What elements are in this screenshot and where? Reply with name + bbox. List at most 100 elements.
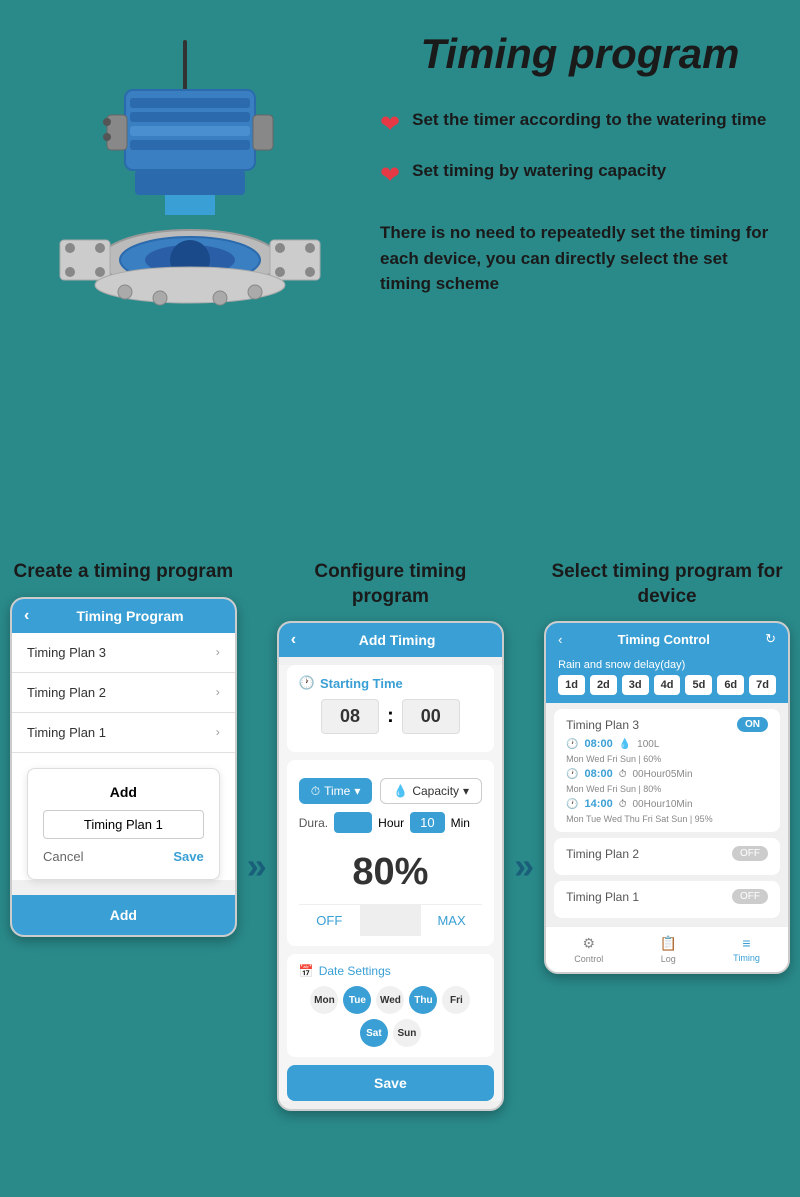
- footer-tab-control[interactable]: ⚙ Control: [574, 935, 603, 964]
- dropdown-icon: ▾: [354, 784, 360, 798]
- description-text: There is no need to repeatedly set the t…: [380, 210, 780, 307]
- divider: [360, 905, 421, 936]
- type-row: ⏱ Time ▾ 💧 Capacity ▾: [299, 778, 482, 804]
- plan2-toggle[interactable]: OFF: [732, 846, 768, 861]
- dura-min-box[interactable]: 10: [410, 812, 444, 833]
- heart-icon-2: ❤: [380, 161, 400, 190]
- capacity-icon: 💧: [393, 784, 408, 798]
- plan3-days2: Mon Wed Fri Sun | 80%: [566, 784, 768, 794]
- back-icon-1[interactable]: ‹: [24, 607, 29, 625]
- step-title-1: Create a timing program: [14, 560, 234, 585]
- capacity-icon-e3: ⏱: [619, 799, 627, 810]
- dura-min-label: Min: [451, 816, 470, 830]
- max-label[interactable]: MAX: [421, 905, 482, 936]
- back-icon-2[interactable]: ‹: [291, 631, 296, 649]
- list-item-3[interactable]: Timing Plan 1 ›: [12, 713, 235, 753]
- time-colon: :: [387, 705, 394, 728]
- plan3-name: Timing Plan 3: [566, 718, 639, 732]
- plan3-cap1: 100L: [637, 739, 659, 750]
- clock-small-icon: ⏱: [311, 784, 320, 799]
- dura-row: Dura. Hour 10 Min: [299, 812, 482, 833]
- add-dialog-buttons: Cancel Save: [43, 849, 204, 864]
- day-sun[interactable]: Sun: [393, 1019, 421, 1047]
- delay-7d[interactable]: 7d: [749, 675, 776, 695]
- step-col-3: Select timing program for device ‹ Timin…: [544, 560, 790, 1111]
- step-col-1: Create a timing program ‹ Timing Program…: [10, 560, 237, 1111]
- arrow-col-2: »: [514, 560, 534, 1111]
- phone2-save-button[interactable]: Save: [287, 1065, 494, 1101]
- add-dialog-input[interactable]: [43, 810, 204, 839]
- day-tue[interactable]: Tue: [343, 986, 371, 1014]
- footer-tab-timing[interactable]: ≡ Timing: [733, 935, 760, 964]
- plan1-toggle[interactable]: OFF: [732, 889, 768, 904]
- delay-3d[interactable]: 3d: [622, 675, 649, 695]
- save-button[interactable]: Save: [173, 849, 203, 864]
- list-item-3-label: Timing Plan 1: [27, 725, 106, 740]
- steps-row: Create a timing program ‹ Timing Program…: [10, 560, 790, 1111]
- time-row: 08 : 00: [299, 699, 482, 734]
- list-item-2[interactable]: Timing Plan 2 ›: [12, 673, 235, 713]
- delay-1d[interactable]: 1d: [558, 675, 585, 695]
- capacity-icon-e1: 💧: [619, 739, 631, 750]
- phone2-header-title: Add Timing: [304, 632, 490, 648]
- plan3-row: Timing Plan 3 ON 🕐 08:00 💧 100L Mon Wed …: [554, 709, 780, 832]
- delay-5d[interactable]: 5d: [685, 675, 712, 695]
- day-thu[interactable]: Thu: [409, 986, 437, 1014]
- cancel-button[interactable]: Cancel: [43, 849, 83, 864]
- day-sat[interactable]: Sat: [360, 1019, 388, 1047]
- page-title: Timing program: [380, 30, 780, 78]
- step-title-3: Select timing program for device: [544, 560, 790, 609]
- feature-text-2: Set timing by watering capacity: [412, 159, 666, 183]
- plan3-cap3: 00Hour10Min: [633, 799, 693, 810]
- calendar-icon: 📅: [299, 964, 314, 978]
- dura-value-box[interactable]: [334, 812, 372, 833]
- chevron-icon-3: ›: [216, 725, 220, 739]
- time-type-select[interactable]: ⏱ Time ▾: [299, 778, 373, 804]
- valve-illustration: [35, 30, 345, 430]
- plan3-toggle[interactable]: ON: [737, 717, 768, 732]
- device-image-container: [20, 30, 360, 430]
- days-row: Mon Tue Wed Thu Fri Sat Sun: [299, 986, 482, 1047]
- list-item-1[interactable]: Timing Plan 3 ›: [12, 633, 235, 673]
- timing-label: Timing: [733, 953, 760, 963]
- refresh-icon-3[interactable]: ↻: [765, 631, 776, 647]
- starting-time-section: 🕐 Starting Time 08 : 00: [287, 665, 494, 752]
- type-section: ⏱ Time ▾ 💧 Capacity ▾ Dura.: [287, 760, 494, 946]
- plan1-name: Timing Plan 1: [566, 890, 639, 904]
- delay-4d[interactable]: 4d: [654, 675, 681, 695]
- date-settings-section: 📅 Date Settings Mon Tue Wed Thu Fri Sat …: [287, 954, 494, 1057]
- arrow-icon-2: »: [514, 845, 534, 887]
- day-mon[interactable]: Mon: [310, 986, 338, 1014]
- clock-icon: 🕐: [299, 675, 315, 691]
- add-footer-button[interactable]: Add: [12, 895, 235, 935]
- day-wed[interactable]: Wed: [376, 986, 404, 1014]
- list-item-1-label: Timing Plan 3: [27, 645, 106, 660]
- delay-2d[interactable]: 2d: [590, 675, 617, 695]
- phone3-header-title: Timing Control: [562, 632, 765, 647]
- day-fri[interactable]: Fri: [442, 986, 470, 1014]
- time-hour[interactable]: 08: [321, 699, 379, 734]
- arrow-col-1: »: [247, 560, 267, 1111]
- footer-tab-log[interactable]: 📋 Log: [659, 935, 676, 964]
- list-item-2-label: Timing Plan 2: [27, 685, 106, 700]
- heart-icon-1: ❤: [380, 110, 400, 139]
- add-dialog-title: Add: [43, 784, 204, 800]
- feature-item-1: ❤ Set the timer according to the waterin…: [380, 108, 780, 139]
- off-max-row: OFF MAX: [299, 904, 482, 936]
- step-col-2: Configure timing program ‹ Add Timing 🕐 …: [277, 560, 504, 1111]
- control-label: Control: [574, 954, 603, 964]
- plan3-entry1: 🕐 08:00 💧 100L: [566, 738, 768, 750]
- phone3-mockup: ‹ Timing Control ↻ Rain and snow delay(d…: [544, 621, 790, 974]
- off-label[interactable]: OFF: [299, 905, 360, 936]
- dura-hour-label: Hour: [378, 816, 404, 830]
- capacity-type-select[interactable]: 💧 Capacity ▾: [380, 778, 482, 804]
- phone2-body: 🕐 Starting Time 08 : 00 ⏱: [279, 665, 502, 1101]
- feature-text-1: Set the timer according to the watering …: [412, 108, 766, 132]
- dura-label: Dura.: [299, 816, 328, 830]
- phone1-header: ‹ Timing Program: [12, 599, 235, 633]
- plan2-header: Timing Plan 2 OFF: [566, 846, 768, 861]
- bottom-section: Create a timing program ‹ Timing Program…: [0, 540, 800, 1151]
- timing-icon: ≡: [742, 935, 750, 951]
- time-minute[interactable]: 00: [402, 699, 460, 734]
- delay-6d[interactable]: 6d: [717, 675, 744, 695]
